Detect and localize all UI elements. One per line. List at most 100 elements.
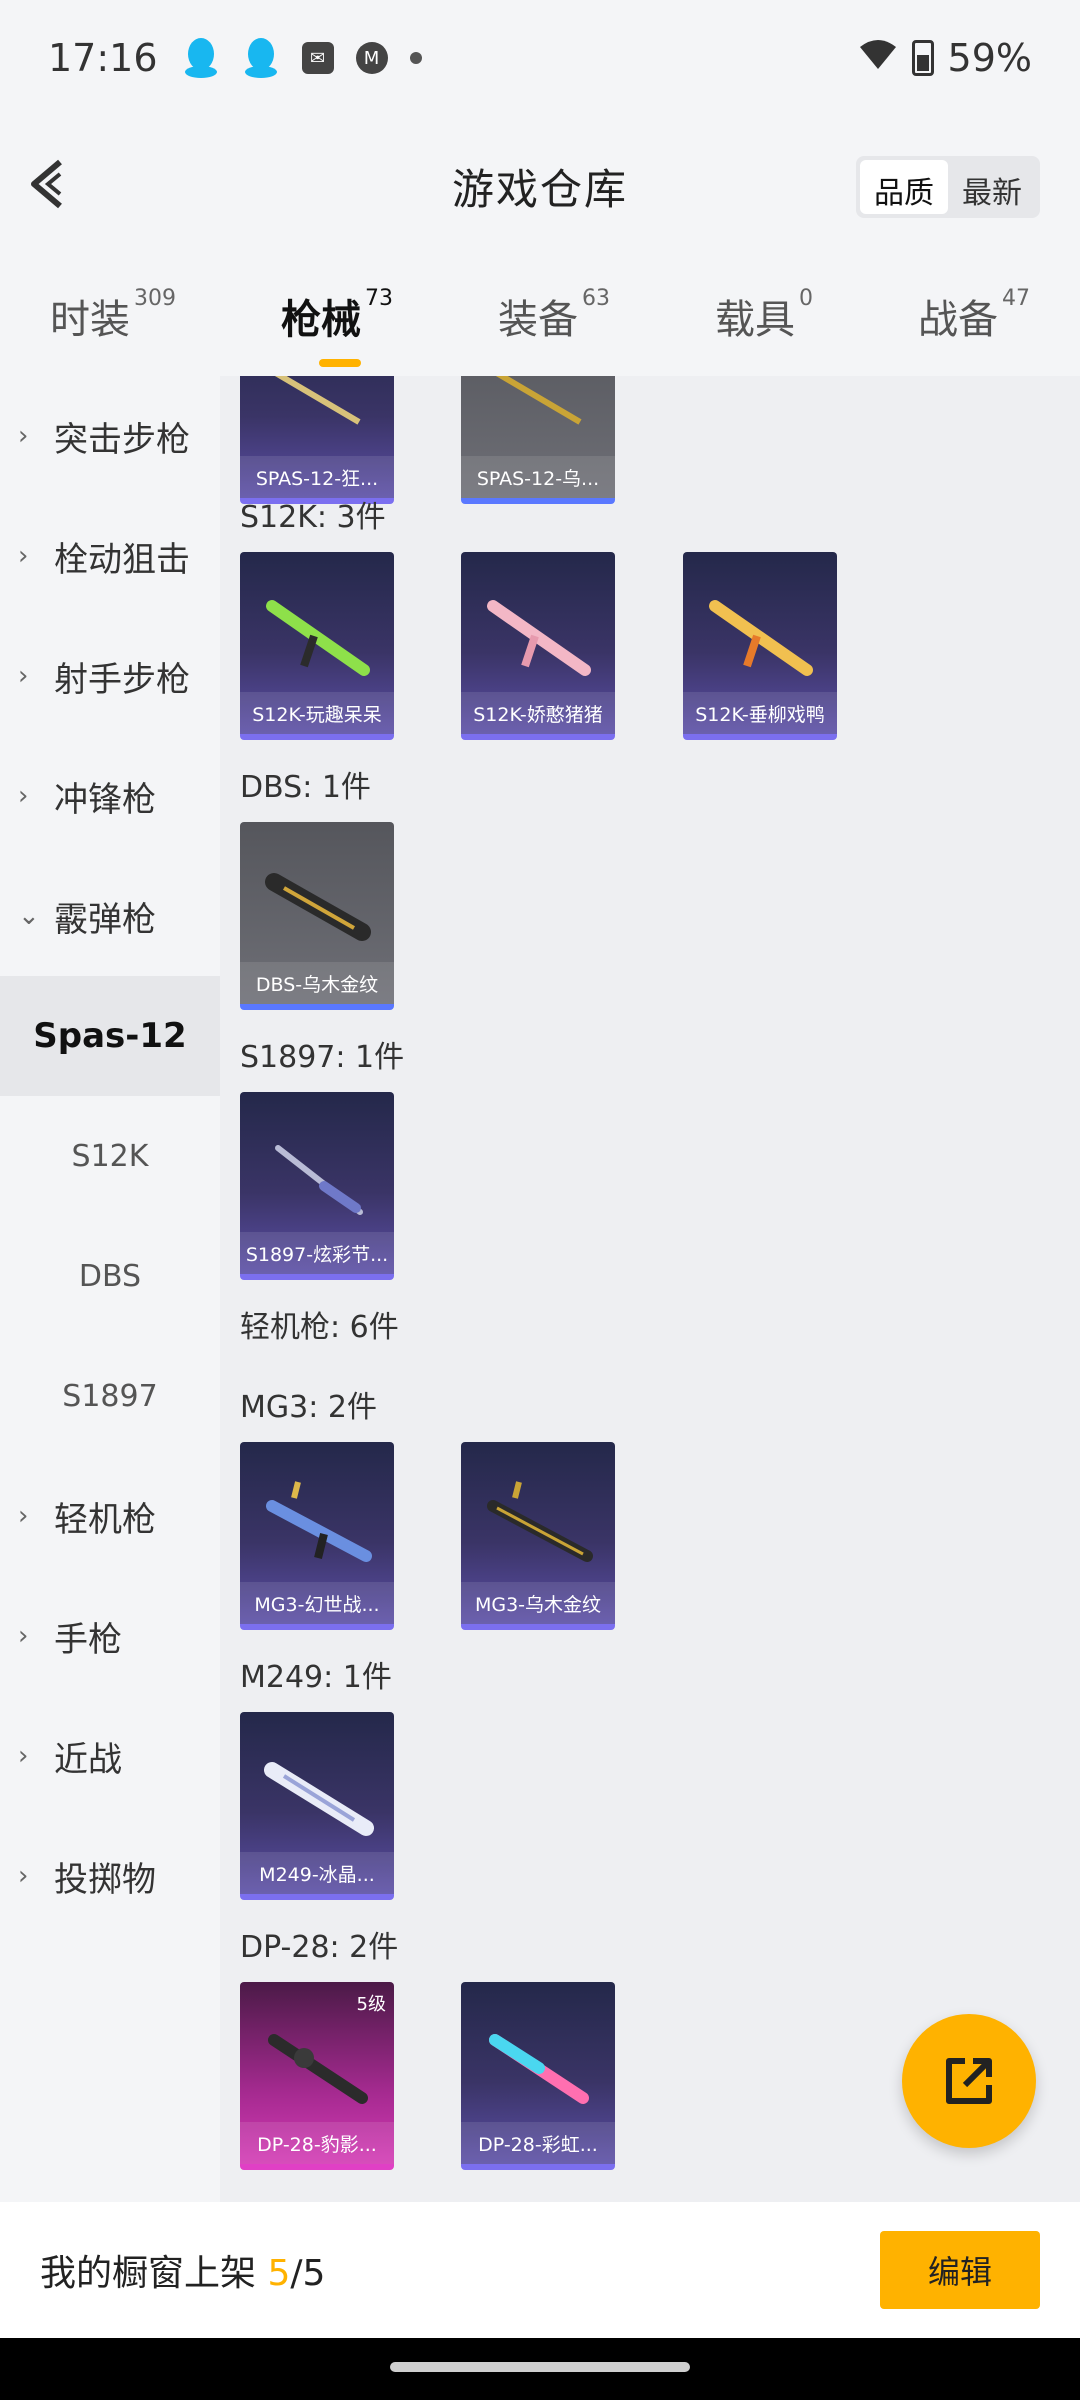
tab-equipment[interactable]: 装备 63 <box>498 285 610 345</box>
weapon-card[interactable]: SPAS-12-狂... <box>240 376 394 504</box>
machine-gun-icon <box>489 2034 589 2104</box>
machine-gun-icon <box>264 1762 374 1836</box>
page-title: 游戏仓库 <box>451 164 628 214</box>
status-time: 17:16 <box>48 36 158 80</box>
weapon-card[interactable]: S12K-玩趣呆呆 <box>240 552 394 740</box>
weapon-grid: SPAS-12-狂... SPAS-12-乌... S12K: 3件 S12K-… <box>220 376 1080 2202</box>
sidebar-item-assault-rifle[interactable]: › 突击步枪 <box>0 376 220 496</box>
weapon-card-label: S1897-炫彩节... <box>240 1232 394 1274</box>
tab-vehicles[interactable]: 载具 0 <box>715 285 813 345</box>
share-fab[interactable] <box>902 2014 1036 2148</box>
sidebar-item-label: 手枪 <box>54 1619 122 1660</box>
chevron-right-icon: › <box>18 1741 29 1771</box>
weapon-card-label: S12K-玩趣呆呆 <box>240 692 394 734</box>
machine-gun-icon <box>487 1481 593 1562</box>
sort-option-newest[interactable]: 最新 <box>948 160 1036 214</box>
weapon-card[interactable]: MG3-乌木金纹 <box>461 1442 615 1630</box>
shotgun-icon <box>495 376 582 425</box>
weapon-card[interactable]: SPAS-12-乌... <box>461 376 615 504</box>
tab-count: 0 <box>799 285 813 311</box>
showcase-separator: / <box>290 2253 303 2294</box>
showcase-label: 我的橱窗上架 <box>40 2253 257 2294</box>
sidebar-item-smg[interactable]: › 冲锋枪 <box>0 736 220 856</box>
sidebar-subitem-s1897[interactable]: S1897 <box>0 1336 220 1456</box>
tab-label: 装备 <box>498 297 578 343</box>
sidebar-item-label: 冲锋枪 <box>54 779 156 820</box>
weapon-type-sidebar: › 突击步枪 › 栓动狙击 › 射手步枪 › 冲锋枪 ⌄ 霰弹枪 Spas-12… <box>0 376 220 2202</box>
sidebar-item-lmg[interactable]: › 轻机枪 <box>0 1456 220 1576</box>
group-title: 轻机枪: 6件 <box>240 1310 399 1345</box>
machine-gun-icon <box>268 2034 368 2104</box>
level-badge: 5级 <box>356 1994 386 2015</box>
sidebar-item-label: 轻机枪 <box>54 1499 156 1540</box>
weapon-card[interactable]: DBS-乌木金纹 <box>240 822 394 1010</box>
weapon-card[interactable]: M249-冰晶... <box>240 1712 394 1900</box>
sidebar-item-pistol[interactable]: › 手枪 <box>0 1576 220 1696</box>
sidebar-item-marksman-rifle[interactable]: › 射手步枪 <box>0 616 220 736</box>
showcase-total-count: 5 <box>302 2253 326 2294</box>
sidebar-item-bolt-sniper[interactable]: › 栓动狙击 <box>0 496 220 616</box>
sort-toggle: 品质 最新 <box>856 156 1040 218</box>
motorola-icon: M <box>355 42 388 74</box>
sidebar-subitem-s12k[interactable]: S12K <box>0 1096 220 1216</box>
back-arrow-icon <box>31 159 62 209</box>
tab-count: 309 <box>134 285 176 311</box>
chevron-right-icon: › <box>18 1501 29 1531</box>
tab-label: 时装 <box>50 297 130 343</box>
tab-guns[interactable]: 枪械 73 <box>281 285 393 367</box>
mail-icon: ✉ <box>301 42 334 74</box>
shotgun-icon <box>275 1145 363 1215</box>
weapon-card[interactable]: MG3-幻世战... <box>240 1442 394 1630</box>
battery-percent: 59% <box>947 36 1032 80</box>
chevron-right-icon: › <box>18 1621 29 1651</box>
rifle-icon <box>266 600 370 676</box>
machine-gun-icon <box>266 1481 372 1562</box>
chevron-right-icon: › <box>18 781 29 811</box>
sidebar-item-shotgun[interactable]: ⌄ 霰弹枪 <box>0 856 220 976</box>
shotgun-icon <box>265 873 371 941</box>
sidebar-item-label: 射手步枪 <box>54 659 190 700</box>
showcase-current-count: 5 <box>267 2253 291 2294</box>
sidebar-item-throwable[interactable]: › 投掷物 <box>0 1816 220 1936</box>
shotgun-icon <box>274 376 361 425</box>
share-external-icon <box>946 2058 992 2104</box>
sidebar-item-label: 近战 <box>54 1739 122 1780</box>
tab-count: 47 <box>1002 285 1030 311</box>
group-title: DP-28: 2件 <box>240 1930 399 1965</box>
weapon-card-label: S12K-娇憨猪猪 <box>461 692 615 734</box>
wifi-icon <box>858 36 898 80</box>
weapon-card[interactable]: S12K-垂柳戏鸭 <box>683 552 837 740</box>
sidebar-subitem-dbs[interactable]: DBS <box>0 1216 220 1336</box>
tab-label: 枪械 <box>281 297 361 343</box>
category-tabs: 时装 309 枪械 73 装备 63 载具 0 战备 47 <box>0 256 1080 376</box>
active-tab-indicator <box>319 359 361 367</box>
sidebar-item-label: 栓动狙击 <box>54 539 190 580</box>
weapon-card[interactable]: 5级 DP-28-豹影... <box>240 1982 394 2170</box>
weapon-card[interactable]: S1897-炫彩节... <box>240 1092 394 1280</box>
tab-supplies[interactable]: 战备 47 <box>918 285 1030 345</box>
tab-count: 73 <box>365 285 393 311</box>
weapon-card[interactable]: S12K-娇憨猪猪 <box>461 552 615 740</box>
weapon-card[interactable]: DP-28-彩虹... <box>461 1982 615 2170</box>
chevron-right-icon: › <box>18 661 29 691</box>
sort-option-quality[interactable]: 品质 <box>860 160 948 214</box>
tab-fashion[interactable]: 时装 309 <box>50 285 176 345</box>
weapon-card-label: DBS-乌木金纹 <box>240 962 394 1004</box>
sidebar-item-melee[interactable]: › 近战 <box>0 1696 220 1816</box>
sidebar-subitem-spas12[interactable]: Spas-12 <box>0 976 220 1096</box>
tab-count: 63 <box>582 285 610 311</box>
edit-button[interactable]: 编辑 <box>880 2231 1040 2309</box>
sidebar-item-label: 投掷物 <box>54 1859 156 1900</box>
weapon-card-label: MG3-乌木金纹 <box>461 1582 615 1624</box>
back-button[interactable] <box>24 156 80 212</box>
rifle-icon <box>487 600 591 676</box>
sidebar-item-label: 突击步枪 <box>54 419 190 460</box>
chevron-right-icon: › <box>18 1861 29 1891</box>
chevron-down-icon: ⌄ <box>18 901 40 931</box>
qq-icon <box>242 36 280 80</box>
group-title: S1897: 1件 <box>240 1040 405 1075</box>
home-gesture-handle[interactable] <box>390 2362 690 2372</box>
showcase-status: 我的橱窗上架 5/5 <box>40 2244 325 2296</box>
status-bar: 17:16 ✉ M 59% <box>0 0 1080 116</box>
app-header: 游戏仓库 品质 最新 <box>0 116 1080 256</box>
